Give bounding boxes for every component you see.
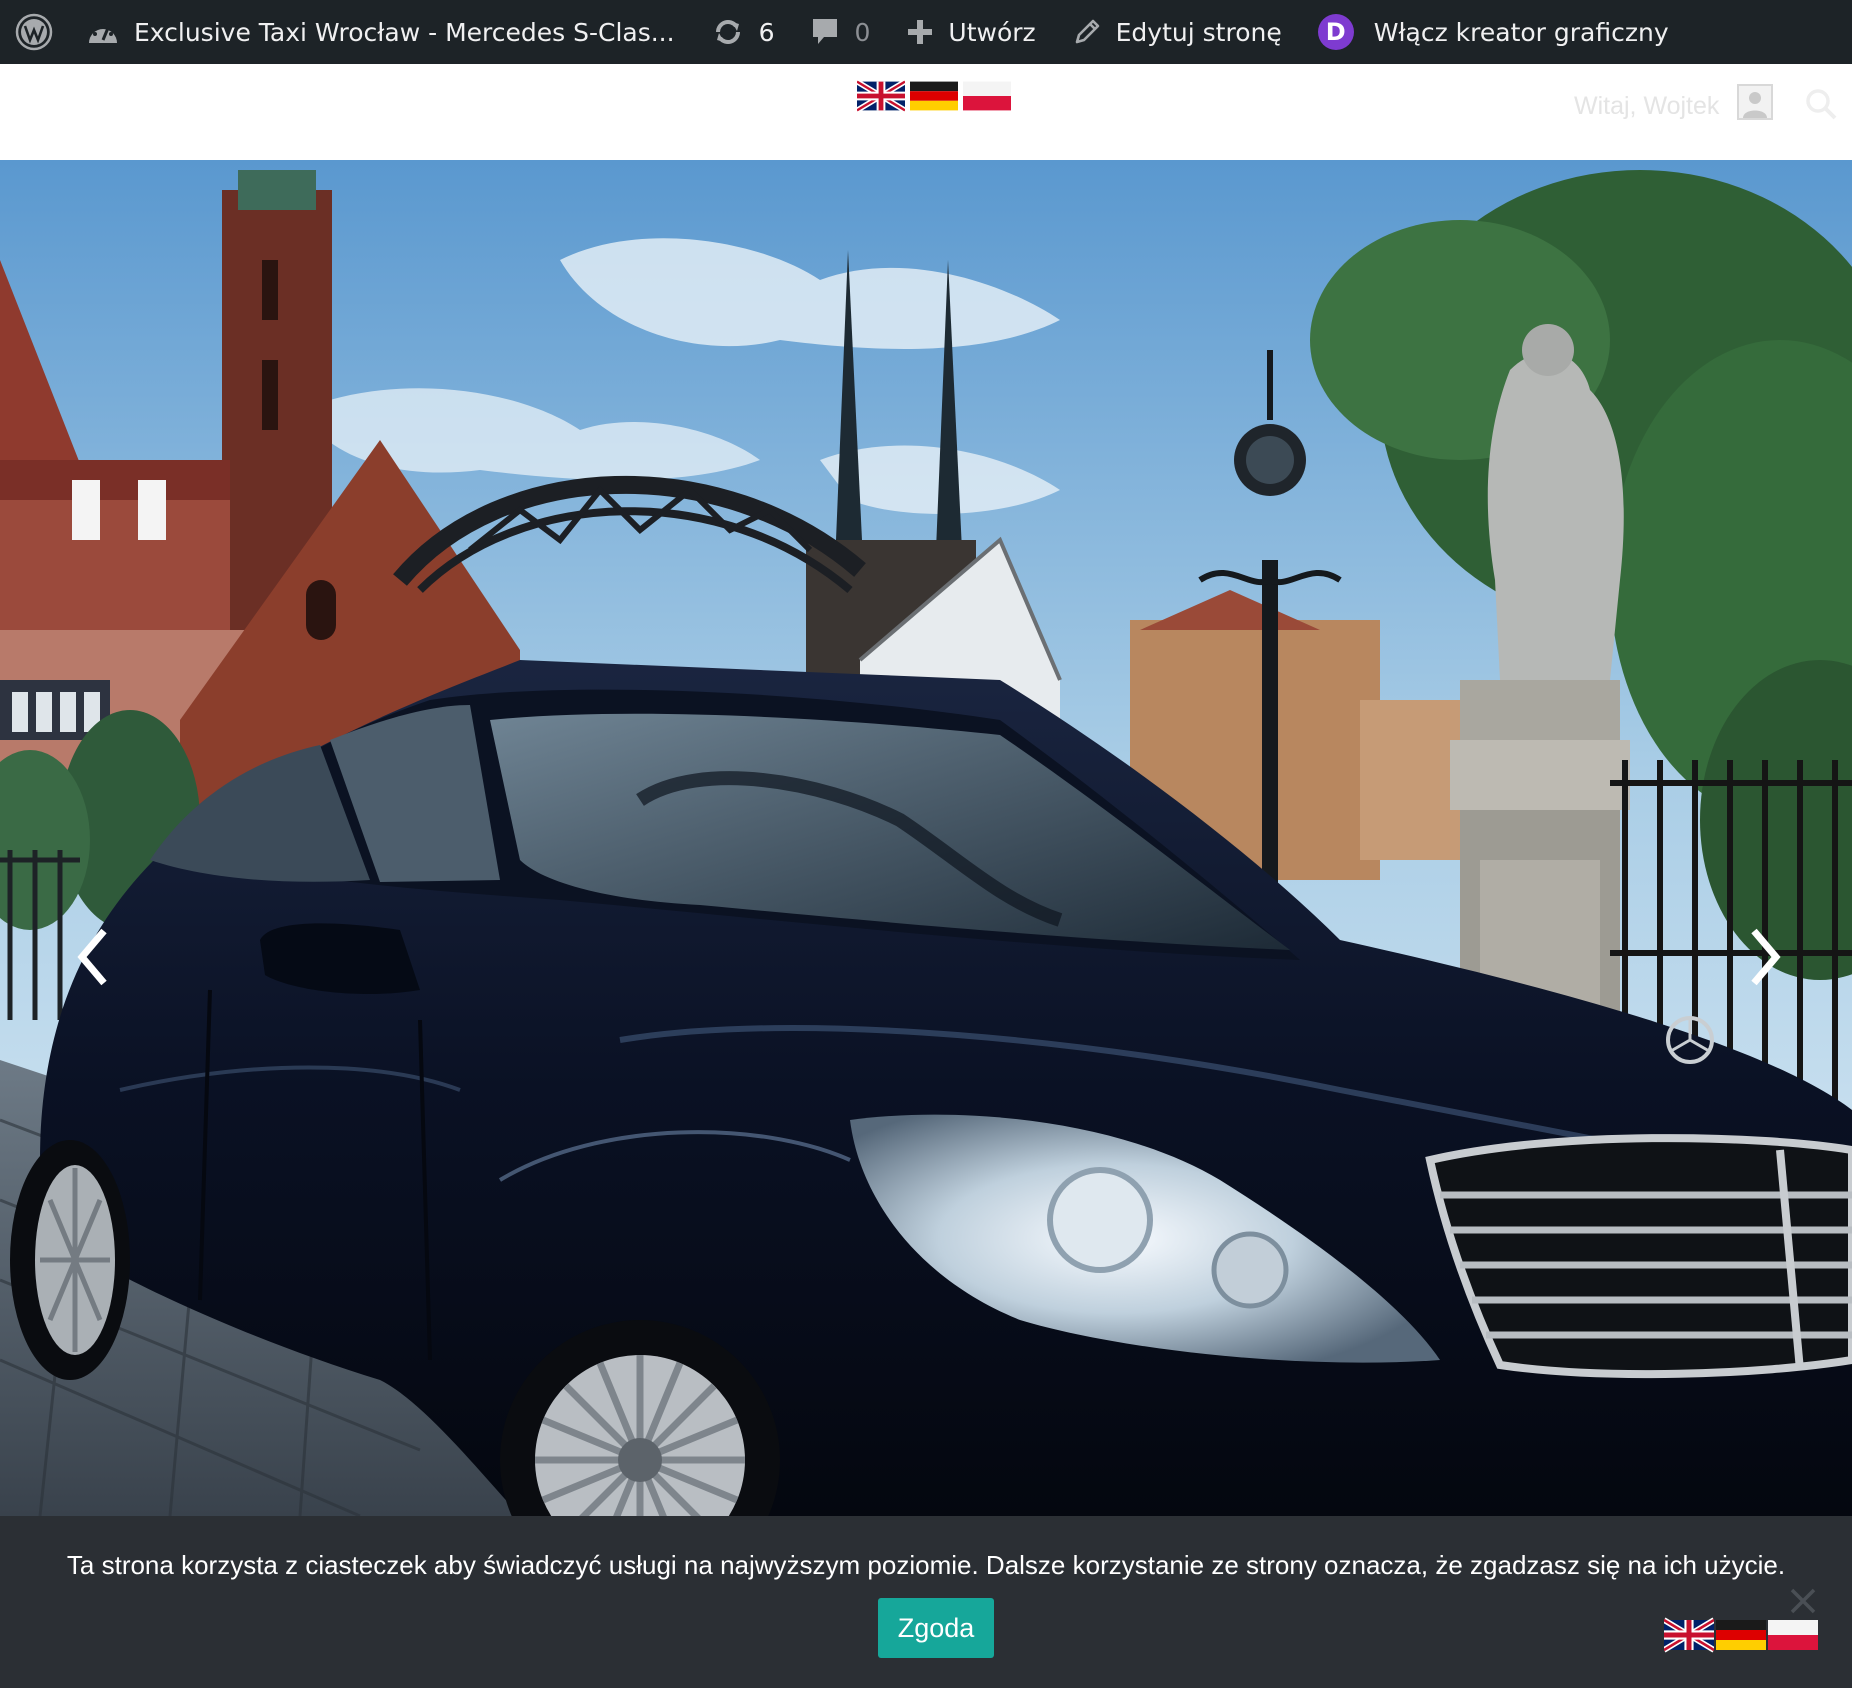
cookie-accept-button[interactable]: Zgoda [878, 1598, 994, 1658]
user-greeting[interactable]: Witaj, Wojtek [1574, 86, 1719, 126]
pencil-icon [1072, 17, 1102, 47]
close-icon[interactable] [1788, 1586, 1818, 1616]
comment-bubble-icon [810, 16, 840, 48]
language-switcher [857, 78, 1011, 114]
german-flag-icon[interactable] [1716, 1616, 1766, 1654]
comments-count: 0 [854, 17, 871, 47]
search-icon[interactable] [1803, 86, 1839, 122]
site-header: Witaj, Wojtek [0, 64, 1852, 160]
polish-flag-icon[interactable] [1768, 1616, 1818, 1654]
user-silhouette-icon [1739, 86, 1771, 118]
plus-icon [906, 18, 934, 46]
enable-visual-builder-link[interactable]: D Włącz kreator graficzny [1300, 0, 1687, 64]
avatar[interactable] [1737, 84, 1773, 120]
site-title: Exclusive Taxi Wrocław - Mercedes S-Clas… [134, 17, 675, 47]
hero-slider [0, 160, 1852, 1516]
hero-slide-image [0, 160, 1852, 1516]
cookie-language-switcher [1664, 1616, 1818, 1654]
dashboard-gauge-icon [86, 17, 120, 47]
refresh-icon [711, 15, 745, 49]
divi-logo-icon: D [1317, 14, 1354, 50]
german-flag-icon[interactable] [910, 78, 958, 114]
slider-prev-arrow-icon[interactable] [64, 917, 124, 997]
uk-flag-icon[interactable] [857, 78, 905, 114]
admin-bar: Exclusive Taxi Wrocław - Mercedes S-Clas… [0, 0, 1852, 64]
slider-next-arrow-icon[interactable] [1734, 917, 1794, 997]
updates-count: 6 [758, 17, 775, 47]
edit-page-label: Edytuj stronę [1115, 17, 1282, 47]
new-content-label: Utwórz [948, 17, 1036, 47]
updates-menu[interactable]: 6 [693, 0, 793, 64]
site-name-menu[interactable]: Exclusive Taxi Wrocław - Mercedes S-Clas… [68, 0, 693, 64]
cookie-message: Ta strona korzysta z ciasteczek aby świa… [66, 1550, 1786, 1580]
new-content-menu[interactable]: Utwórz [888, 0, 1053, 64]
comments-menu[interactable]: 0 [792, 0, 888, 64]
wordpress-logo-icon[interactable] [0, 0, 68, 64]
cookie-consent-bar: Ta strona korzysta z ciasteczek aby świa… [0, 1516, 1852, 1688]
edit-page-link[interactable]: Edytuj stronę [1054, 0, 1300, 64]
polish-flag-icon[interactable] [963, 78, 1011, 114]
visual-builder-label: Włącz kreator graficzny [1373, 17, 1669, 47]
uk-flag-icon[interactable] [1664, 1616, 1714, 1654]
